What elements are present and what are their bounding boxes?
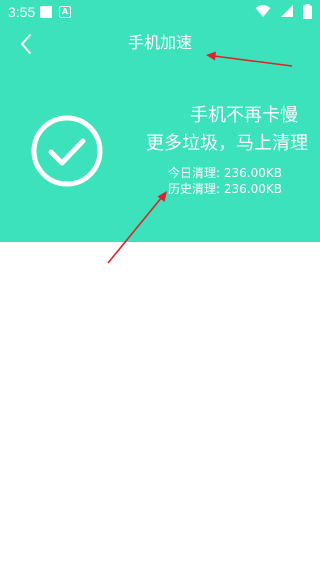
signal-icon [280, 5, 293, 17]
page-title: 手机加速 [127, 33, 192, 52]
app-screen: 3:55 A 手机加速 手机不再卡慢 更多垃圾，马上清理 今日清理: 236.0… [0, 0, 320, 568]
battery-icon [303, 4, 312, 19]
today-cleanup-row: 今日清理: 236.00KB [168, 165, 282, 181]
headline-line-1: 手机不再卡慢 [190, 105, 298, 126]
a-notification-icon: A [59, 6, 71, 18]
cleanup-stats: 今日清理: 236.00KB 历史清理: 236.00KB [168, 165, 282, 197]
status-time: 3:55 [8, 4, 36, 20]
speedup-banner: 手机加速 手机不再卡慢 更多垃圾，马上清理 今日清理: 236.00KB 历史清… [0, 24, 320, 242]
today-cleanup-label: 今日清理: [168, 166, 224, 180]
today-cleanup-value: 236.00KB [223, 166, 282, 180]
square-notification-icon [40, 6, 52, 18]
wifi-icon [255, 5, 271, 17]
history-cleanup-value: 236.00KB [223, 182, 282, 196]
system-icons [251, 4, 312, 20]
check-circle-icon [31, 115, 103, 187]
headline-line-2: 更多垃圾，马上清理 [146, 133, 308, 154]
history-cleanup-label: 历史清理: [168, 182, 224, 196]
status-bar: 3:55 A [0, 0, 320, 24]
result-headline: 手机不再卡慢 更多垃圾，马上清理 [108, 104, 308, 156]
history-cleanup-row: 历史清理: 236.00KB [168, 181, 282, 197]
